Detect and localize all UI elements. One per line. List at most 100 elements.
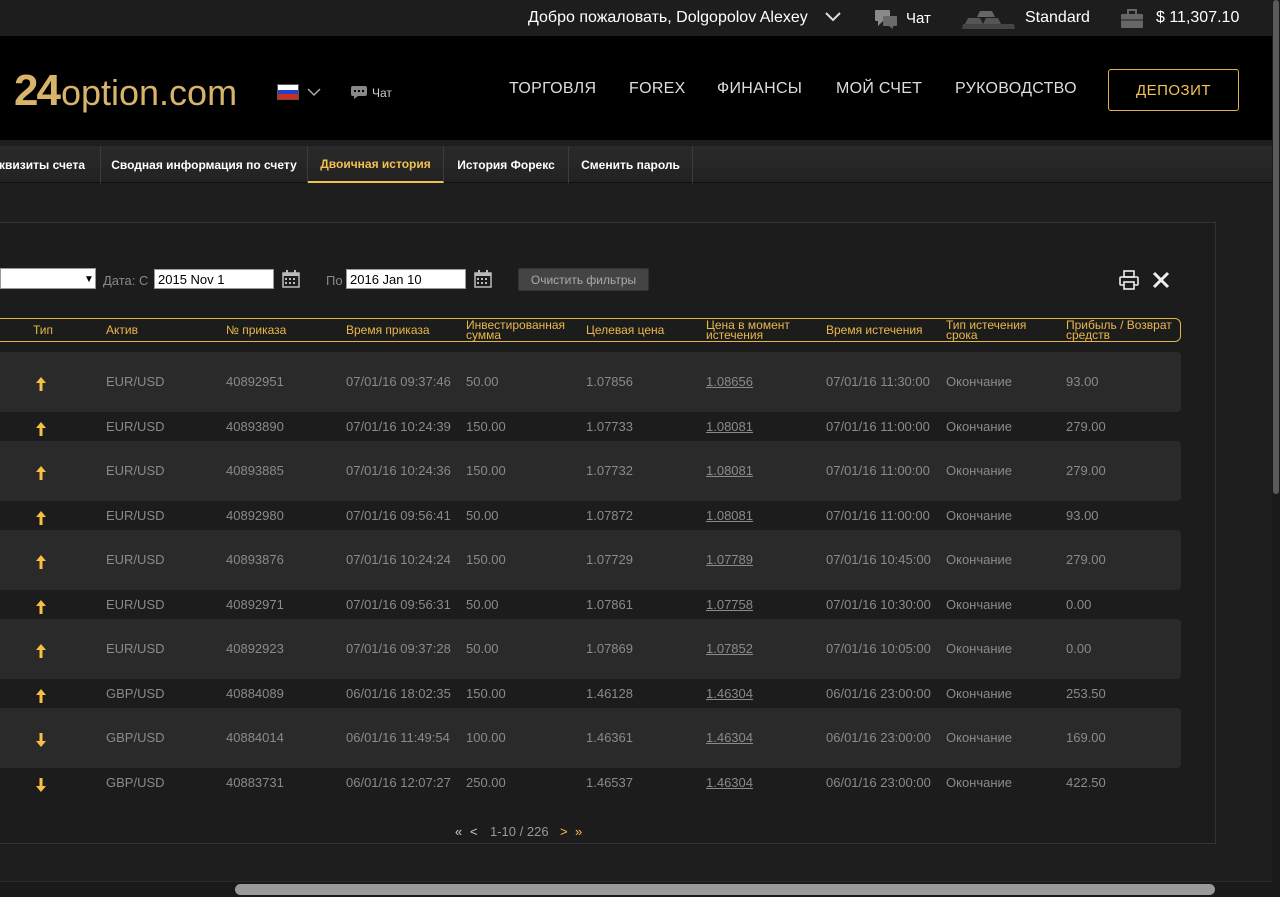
column-header-amount[interactable]: Инвестированная сумма xyxy=(466,319,578,341)
asset-cell: EUR/USD xyxy=(106,552,165,567)
calendar-icon[interactable] xyxy=(282,270,300,288)
account-level: Standard xyxy=(1025,9,1090,26)
chevron-down-icon[interactable] xyxy=(824,11,842,23)
chat-icon[interactable] xyxy=(350,85,368,100)
expiry-type-cell: Окончание xyxy=(946,463,1013,478)
order-number-cell: 40892923 xyxy=(226,641,284,656)
table-row[interactable]: EUR/USD 40892971 07/01/16 09:56:31 50.00 1.0… xyxy=(0,590,1181,619)
expiry-time-cell: 07/01/16 10:30:00 xyxy=(826,597,931,612)
table-row[interactable]: GBP/USD 40884089 06/01/16 18:02:35 150.00 1.… xyxy=(0,679,1181,708)
clear-filters-button[interactable]: Очистить фильтры xyxy=(518,268,649,291)
pager-prev-button[interactable]: < xyxy=(470,824,478,839)
tab-change-password[interactable]: Сменить пароль xyxy=(569,146,693,183)
expiry-price-link[interactable]: 1.07852 xyxy=(706,641,753,656)
pager-first-button[interactable]: « xyxy=(455,824,462,839)
tab-binary-history[interactable]: Двоичная история xyxy=(308,146,444,183)
asset-cell: GBP/USD xyxy=(106,686,165,701)
header-chat-link[interactable]: Чат xyxy=(372,86,392,100)
target-price-cell: 1.07733 xyxy=(586,419,633,434)
column-header-order[interactable]: № приказа xyxy=(226,319,286,341)
table-row[interactable]: GBP/USD 40884014 06/01/16 11:49:54 100.00 1.… xyxy=(0,708,1181,768)
app-window: Добро пожаловать, Dolgopolov Alexey Чат … xyxy=(0,0,1280,897)
date-to-input[interactable] xyxy=(346,269,466,289)
target-price-cell: 1.46361 xyxy=(586,730,633,745)
filter-select[interactable] xyxy=(0,268,96,289)
table-row[interactable]: EUR/USD 40893885 07/01/16 10:24:36 150.00 1.… xyxy=(0,441,1181,501)
arrow-up-icon xyxy=(36,555,46,569)
horizontal-scrollbar-thumb[interactable] xyxy=(235,884,1215,895)
arrow-down-icon xyxy=(36,733,46,747)
column-header-expiry-type[interactable]: Тип истечения срока xyxy=(946,319,1046,341)
tab-account-summary[interactable]: Сводная информация по счету xyxy=(101,146,308,183)
site-logo[interactable]: 24 option.com xyxy=(14,66,237,115)
column-header-type[interactable]: Тип xyxy=(33,319,53,341)
expiry-time-cell: 07/01/16 10:05:00 xyxy=(826,641,931,656)
column-header-asset[interactable]: Актив xyxy=(106,319,138,341)
top-bar: Добро пожаловать, Dolgopolov Alexey Чат … xyxy=(0,0,1272,36)
expiry-price-link[interactable]: 1.46304 xyxy=(706,775,753,790)
pager-next-button[interactable]: > xyxy=(560,824,568,839)
expiry-price-link[interactable]: 1.46304 xyxy=(706,730,753,745)
table-row[interactable]: GBP/USD 40883731 06/01/16 12:07:27 250.00 1.… xyxy=(0,768,1181,797)
date-to-label: По xyxy=(326,273,343,288)
column-header-expiry-time[interactable]: Время истечения xyxy=(826,319,923,341)
arrow-up-icon xyxy=(36,422,46,436)
calendar-icon[interactable] xyxy=(474,270,492,288)
profit-cell: 169.00 xyxy=(1066,730,1106,745)
order-number-cell: 40884089 xyxy=(226,686,284,701)
tab-account-details[interactable]: еквизиты счета xyxy=(0,146,101,183)
chat-bubbles-icon[interactable] xyxy=(874,8,898,30)
nav-my-account[interactable]: МОЙ СЧЕТ xyxy=(836,80,922,98)
expiry-price-link[interactable]: 1.08656 xyxy=(706,374,753,389)
column-header-profit[interactable]: Прибыль / Возврат средств xyxy=(1066,319,1178,341)
table-header: Тип Актив № приказа Время приказа Инвест… xyxy=(0,318,1181,342)
table-row[interactable]: EUR/USD 40892980 07/01/16 09:56:41 50.00 1.0… xyxy=(0,501,1181,530)
amount-cell: 150.00 xyxy=(466,463,506,478)
topbar-chat-link[interactable]: Чат xyxy=(906,10,931,27)
select-arrow-icon[interactable]: ▼ xyxy=(84,274,94,285)
pager-range: 1-10 / 226 xyxy=(490,824,549,839)
print-icon[interactable] xyxy=(1119,270,1139,290)
asset-cell: GBP/USD xyxy=(106,775,165,790)
column-header-expiry-price[interactable]: Цена в момент истечения xyxy=(706,319,806,341)
nav-forex[interactable]: FOREX xyxy=(629,80,686,98)
profit-cell: 0.00 xyxy=(1066,597,1092,612)
arrow-up-icon xyxy=(36,466,46,480)
table-row[interactable]: EUR/USD 40893890 07/01/16 10:24:39 150.00 1.… xyxy=(0,412,1181,441)
expiry-price-link[interactable]: 1.08081 xyxy=(706,419,753,434)
arrow-up-icon xyxy=(36,600,46,614)
date-from-input[interactable] xyxy=(154,269,274,289)
arrow-up-icon xyxy=(36,377,46,391)
profit-cell: 93.00 xyxy=(1066,374,1099,389)
nav-finance[interactable]: ФИНАНСЫ xyxy=(717,80,802,98)
order-number-cell: 40892980 xyxy=(226,508,284,523)
nav-trading[interactable]: ТОРГОВЛЯ xyxy=(509,80,596,98)
language-chevron-icon[interactable] xyxy=(307,88,321,97)
expiry-price-link[interactable]: 1.46304 xyxy=(706,686,753,701)
arrow-up-icon xyxy=(36,689,46,703)
table-row[interactable]: EUR/USD 40892951 07/01/16 09:37:46 50.00 1.0… xyxy=(0,352,1181,412)
excel-export-icon[interactable] xyxy=(1152,271,1170,289)
amount-cell: 50.00 xyxy=(466,597,499,612)
pager-last-button[interactable]: » xyxy=(575,824,582,839)
column-header-target-price[interactable]: Целевая цена xyxy=(586,319,664,341)
vertical-scrollbar-thumb[interactable] xyxy=(1273,0,1279,494)
tab-forex-history[interactable]: История Форекс xyxy=(444,146,569,183)
expiry-price-link[interactable]: 1.07789 xyxy=(706,552,753,567)
order-time-cell: 07/01/16 09:56:31 xyxy=(346,597,451,612)
order-time-cell: 07/01/16 10:24:39 xyxy=(346,419,451,434)
asset-cell: EUR/USD xyxy=(106,463,165,478)
expiry-price-link[interactable]: 1.07758 xyxy=(706,597,753,612)
order-time-cell: 07/01/16 09:56:41 xyxy=(346,508,451,523)
russia-flag-icon[interactable] xyxy=(277,84,299,100)
asset-cell: GBP/USD xyxy=(106,730,165,745)
welcome-text[interactable]: Добро пожаловать, Dolgopolov Alexey xyxy=(528,9,808,27)
table-row[interactable]: EUR/USD 40893876 07/01/16 10:24:24 150.00 1.… xyxy=(0,530,1181,590)
nav-guide[interactable]: РУКОВОДСТВО xyxy=(955,80,1077,98)
deposit-button[interactable]: ДЕПОЗИТ xyxy=(1108,69,1239,111)
table-row[interactable]: EUR/USD 40892923 07/01/16 09:37:28 50.00 1.0… xyxy=(0,619,1181,679)
target-price-cell: 1.07861 xyxy=(586,597,633,612)
expiry-price-link[interactable]: 1.08081 xyxy=(706,508,753,523)
column-header-order-time[interactable]: Время приказа xyxy=(346,319,430,341)
expiry-price-link[interactable]: 1.08081 xyxy=(706,463,753,478)
